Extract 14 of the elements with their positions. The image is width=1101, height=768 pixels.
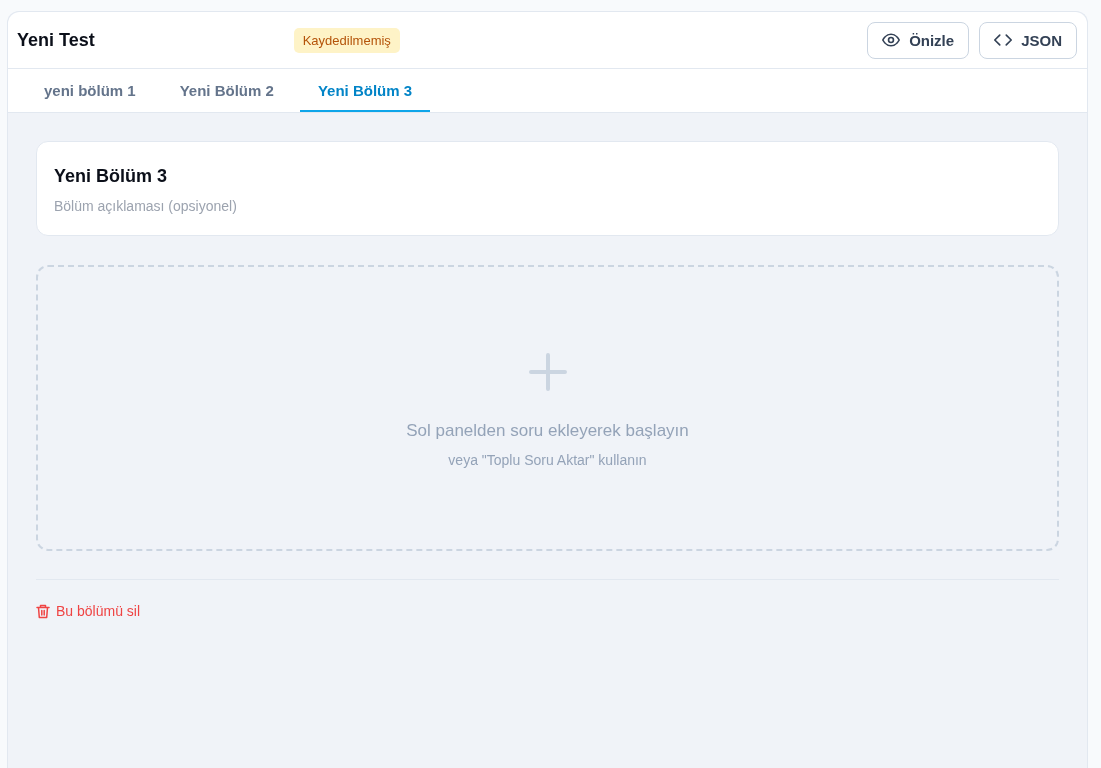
empty-state-message: Sol panelden soru ekleyerek başlayın [406, 421, 689, 441]
section-tab[interactable]: Yeni Bölüm 2 [161, 69, 292, 112]
trash-icon [36, 603, 50, 619]
json-button[interactable]: JSON [979, 21, 1077, 59]
plus-icon [528, 353, 567, 391]
unsaved-badge: Kaydedilmemiş [293, 27, 400, 53]
code-icon [994, 31, 1013, 49]
eye-icon [882, 31, 901, 49]
delete-section-link[interactable]: Bu bölümü sil [36, 603, 141, 619]
preview-button[interactable]: Önizle [867, 21, 970, 59]
test-title: Yeni Test [17, 29, 95, 51]
empty-state-hint: veya "Toplu Soru Aktar" kullanın [448, 452, 647, 468]
section-tab[interactable]: Yeni Bölüm 3 [299, 69, 431, 112]
section-tab[interactable]: yeni bölüm 1 [26, 69, 154, 112]
